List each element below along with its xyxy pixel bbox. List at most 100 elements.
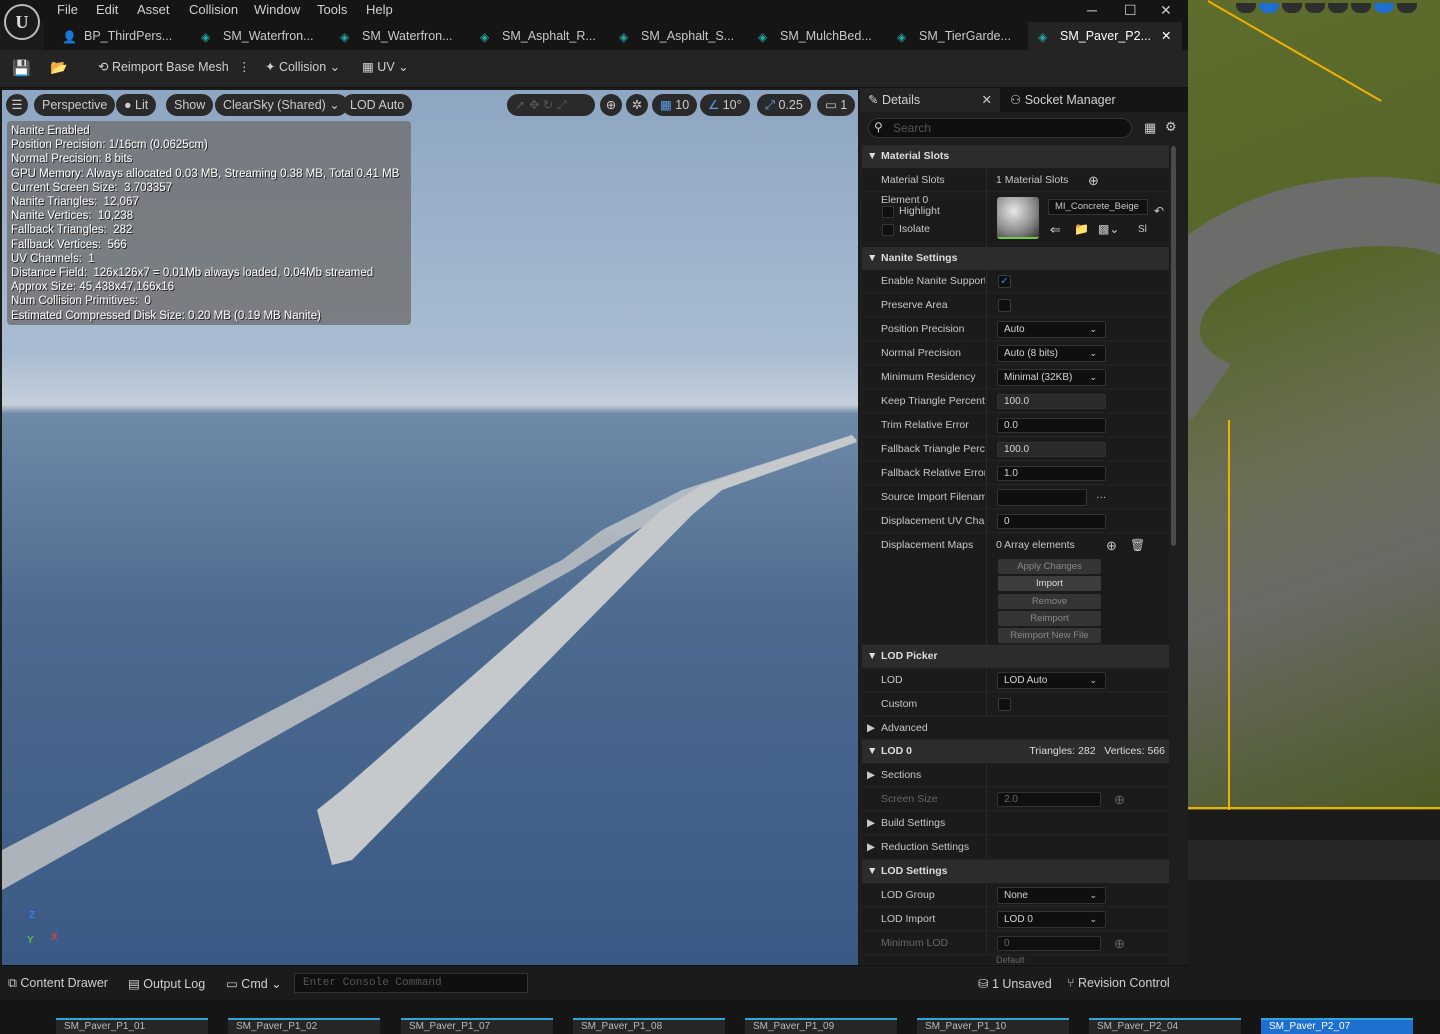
isolate-checkbox[interactable]	[882, 224, 894, 236]
custom-checkbox[interactable]	[998, 698, 1011, 711]
unreal-logo-icon[interactable]: U	[4, 4, 40, 40]
thumbnail-item[interactable]: SM_Paver_P1_01	[56, 1018, 208, 1034]
source-import-input[interactable]	[997, 489, 1087, 506]
row-sections[interactable]: ▶ Sections	[862, 764, 1169, 787]
thumbnail-item[interactable]: SM_Paver_P1_09	[745, 1018, 897, 1034]
menu-edit[interactable]: Edit	[96, 2, 118, 17]
tab-details[interactable]: ✎ Details ✕	[860, 88, 1000, 112]
more-icon[interactable]: …	[1096, 484, 1107, 507]
apply-changes-button[interactable]: Apply Changes	[998, 559, 1101, 574]
thumbnail-item[interactable]: SM_Paver_P1_02	[228, 1018, 380, 1034]
use-selected-icon[interactable]: ⇐	[1050, 218, 1061, 241]
highlight-checkbox[interactable]	[882, 206, 894, 218]
keep-triangle-input[interactable]: 100.0	[997, 394, 1106, 409]
more-options-icon[interactable]: ⋮	[238, 59, 251, 74]
minimum-lod-input[interactable]: 0	[997, 936, 1101, 951]
maximize-icon[interactable]: ☐	[1124, 2, 1137, 19]
close-tab-icon[interactable]: ✕	[982, 88, 992, 112]
reset-arrow-icon[interactable]: ↶	[1154, 200, 1164, 223]
category-lod-settings[interactable]: ▼ LOD Settings	[862, 860, 1169, 883]
gear-icon[interactable]: ⚙	[1165, 119, 1177, 135]
save-icon[interactable]: 💾	[12, 59, 31, 77]
menu-help[interactable]: Help	[366, 2, 393, 17]
import-button[interactable]: Import	[998, 576, 1101, 591]
content-drawer-button[interactable]: ⧉ Content Drawer	[8, 976, 108, 991]
category-lod-picker[interactable]: ▼ LOD Picker	[862, 645, 1169, 668]
tab-sm-waterfront-2[interactable]: ◈ SM_Waterfron...	[340, 22, 453, 50]
show-button[interactable]: Show	[166, 94, 214, 116]
trash-icon[interactable]: 🗑	[1130, 534, 1145, 557]
enable-nanite-checkbox[interactable]: ✓	[998, 275, 1011, 288]
displacement-uv-input[interactable]: 0	[997, 514, 1106, 529]
lod-dropdown[interactable]: LOD Auto ⌄	[997, 672, 1106, 689]
tab-sm-mulchbed[interactable]: ◈ SM_MulchBed...	[758, 22, 872, 50]
close-tab-icon[interactable]: ✕	[1161, 29, 1171, 43]
surface-snap-icon[interactable]: ✲	[626, 94, 648, 116]
lit-button[interactable]: ● Lit	[116, 94, 157, 116]
viewport-menu-icon[interactable]: ☰	[6, 94, 28, 116]
tab-sm-asphalt-s[interactable]: ◈ SM_Asphalt_S...	[619, 22, 734, 50]
position-precision-dropdown[interactable]: Auto ⌄	[997, 321, 1106, 338]
minimize-icon[interactable]: ─	[1087, 2, 1097, 18]
grid-snap-button[interactable]: ▦ 10	[652, 94, 698, 116]
tab-bp-thirdperson[interactable]: 👤 BP_ThirdPers...	[62, 22, 172, 50]
reimport-button[interactable]: ⟲ Reimport Base Mesh	[98, 59, 229, 74]
output-log-button[interactable]: ▤ Output Log	[128, 976, 205, 991]
mesh-viewport[interactable]: ☰ Perspective ● Lit Show ClearSky (Share…	[2, 90, 858, 965]
collision-dropdown[interactable]: ✦ Collision ⌄	[265, 59, 340, 74]
add-icon[interactable]: ⊕	[1114, 788, 1125, 811]
category-nanite-settings[interactable]: ▼ Nanite Settings	[862, 247, 1169, 270]
transform-tools[interactable]: ➚ ✥ ↻ ⤢	[507, 94, 595, 116]
category-material-slots[interactable]: ▼ Material Slots	[862, 145, 1169, 168]
details-scrollbar[interactable]	[1171, 146, 1176, 546]
revision-control-button[interactable]: ⑂ Revision Control	[1067, 976, 1170, 990]
tab-sm-waterfront-1[interactable]: ◈ SM_Waterfron...	[201, 22, 314, 50]
fallback-error-input[interactable]: 1.0	[997, 466, 1106, 481]
add-icon[interactable]: ⊕	[1088, 169, 1099, 192]
tab-sm-asphalt-r[interactable]: ◈ SM_Asphalt_R...	[480, 22, 596, 50]
menu-file[interactable]: File	[57, 2, 78, 17]
normal-precision-dropdown[interactable]: Auto (8 bits) ⌄	[997, 345, 1106, 362]
add-icon[interactable]: ⊕	[1106, 534, 1117, 557]
thumbnail-item-selected[interactable]: SM_Paver_P2_07	[1261, 1018, 1413, 1034]
menu-collision[interactable]: Collision	[189, 2, 238, 17]
camera-speed-button[interactable]: ▭ 1	[817, 94, 856, 116]
fallback-triangle-input[interactable]: 100.0	[997, 442, 1106, 457]
reimport-button[interactable]: Reimport	[998, 611, 1101, 626]
lod-import-dropdown[interactable]: LOD 0 ⌄	[997, 911, 1106, 928]
screen-size-input[interactable]: 2.0	[997, 792, 1101, 807]
menu-tools[interactable]: Tools	[317, 2, 347, 17]
lod-button[interactable]: LOD Auto	[342, 94, 413, 116]
thumbnail-item[interactable]: SM_Paver_P2_04	[1089, 1018, 1241, 1034]
cmd-dropdown[interactable]: ▭ Cmd ⌄	[226, 976, 282, 991]
material-options-icon[interactable]: ▩⌄	[1098, 218, 1119, 241]
category-lod0[interactable]: ▼ LOD 0 Triangles: 282 Vertices: 566	[862, 740, 1169, 763]
thumbnail-item[interactable]: SM_Paver_P1_07	[401, 1018, 553, 1034]
menu-asset[interactable]: Asset	[137, 2, 170, 17]
row-build-settings[interactable]: ▶ Build Settings	[862, 812, 1169, 835]
lod-group-dropdown[interactable]: None ⌄	[997, 887, 1106, 904]
table-view-icon[interactable]: ▦	[1144, 120, 1156, 136]
tab-sm-tiergarden[interactable]: ◈ SM_TierGarde...	[897, 22, 1011, 50]
camera-speed-icon[interactable]: ⊕	[600, 94, 622, 116]
thumbnail-item[interactable]: SM_Paver_P1_10	[917, 1018, 1069, 1034]
details-search-input[interactable]: Search	[868, 118, 1132, 138]
menu-window[interactable]: Window	[254, 2, 300, 17]
material-thumbnail[interactable]	[997, 197, 1039, 239]
scale-snap-button[interactable]: ⤢ 0.25	[757, 94, 811, 116]
row-reduction-settings[interactable]: ▶ Reduction Settings	[862, 836, 1169, 859]
min-residency-dropdown[interactable]: Minimal (32KB) ⌄	[997, 369, 1106, 386]
close-window-icon[interactable]: ✕	[1160, 2, 1172, 19]
browse-icon[interactable]: 📂	[50, 59, 67, 76]
remove-button[interactable]: Remove	[998, 594, 1101, 609]
row-advanced[interactable]: ▶ Advanced	[862, 717, 1169, 740]
perspective-button[interactable]: Perspective	[34, 94, 116, 116]
reimport-new-file-button[interactable]: Reimport New File	[998, 628, 1101, 643]
unsaved-button[interactable]: ⛁ 1 Unsaved	[978, 976, 1052, 991]
tab-sm-paver-p2[interactable]: ◈ SM_Paver_P2... ✕	[1028, 22, 1182, 50]
console-input[interactable]: Enter Console Command	[294, 973, 528, 993]
material-picker[interactable]: MI_Concrete_Beige	[1048, 199, 1148, 215]
tab-socket-manager[interactable]: ⚇ Socket Manager	[1002, 88, 1116, 112]
preserve-area-checkbox[interactable]	[998, 299, 1011, 312]
add-icon[interactable]: ⊕	[1114, 932, 1125, 955]
